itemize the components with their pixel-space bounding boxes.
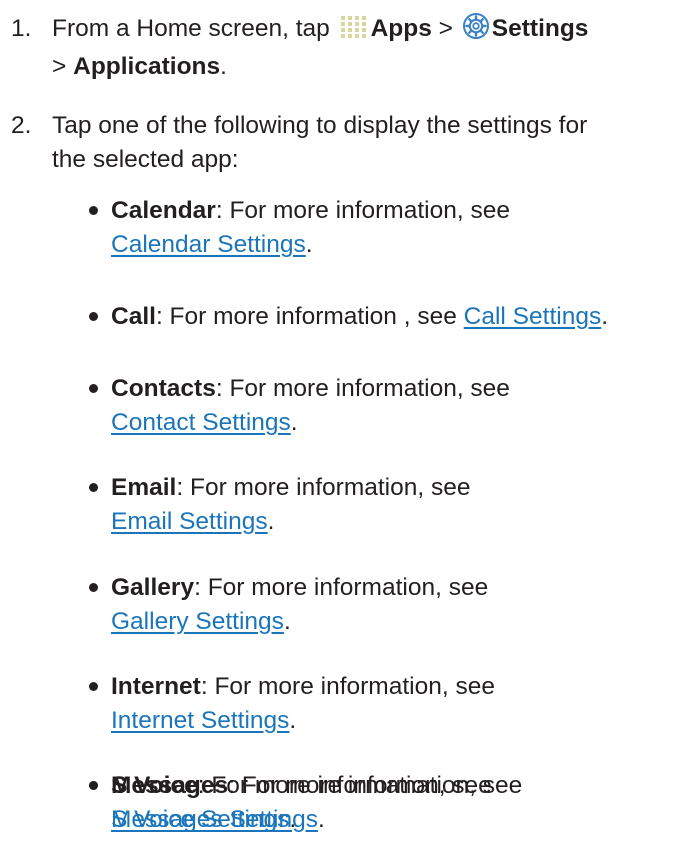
step-number: 1. <box>11 15 32 42</box>
call-settings-link[interactable]: Call Settings <box>464 303 602 330</box>
step-text: From a Home screen, tap Apps > Settings … <box>52 12 682 84</box>
contact-settings-link[interactable]: Contact Settings <box>111 409 291 436</box>
item-desc: : For more information, see <box>197 772 492 799</box>
apps-label: Apps <box>370 15 432 42</box>
bullet-dot <box>89 682 98 691</box>
settings-gear-icon <box>462 12 490 50</box>
item-term: Calendar <box>111 197 216 224</box>
separator: > <box>438 15 453 42</box>
item-desc: : For more information, see <box>215 375 510 402</box>
settings-label: Settings <box>491 15 589 42</box>
apps-grid-icon <box>339 14 369 50</box>
item-desc: : For more information , see <box>155 303 464 330</box>
step-suffix: . <box>220 53 227 80</box>
s-voice-settings-link[interactable]: S Voice Settings <box>111 806 289 833</box>
bullet-dot <box>89 312 98 321</box>
item-term: Email <box>111 474 177 501</box>
step-number: 2. <box>11 112 32 139</box>
item-term: Call <box>111 303 156 330</box>
bullet-dot <box>89 583 98 592</box>
document-page: 1. From a Home screen, tap Apps > Settin… <box>0 0 685 862</box>
calendar-settings-link[interactable]: Calendar Settings <box>111 231 306 258</box>
item-term: Contacts <box>111 375 216 402</box>
applications-label: Applications <box>73 53 221 80</box>
bullet-dot <box>89 483 98 492</box>
gallery-settings-link[interactable]: Gallery Settings <box>111 608 284 635</box>
item-desc: : For more information, see <box>215 197 510 224</box>
bullet-dot <box>89 206 98 215</box>
item-desc: : For more information, see <box>200 673 495 700</box>
item-term: S Voice <box>111 772 198 799</box>
item-term: Internet <box>111 673 201 700</box>
item-desc: : For more information, see <box>176 474 471 501</box>
step-prefix: From a Home screen, tap <box>52 15 330 42</box>
bullet-dot <box>89 781 98 790</box>
step-text: Tap one of the following to display the … <box>52 112 588 173</box>
email-settings-link[interactable]: Email Settings <box>111 508 268 535</box>
bullet-dot <box>89 384 98 393</box>
separator: > <box>52 53 67 80</box>
item-term: Gallery <box>111 574 195 601</box>
item-desc: : For more information, see <box>194 574 489 601</box>
internet-settings-link[interactable]: Internet Settings <box>111 707 289 734</box>
